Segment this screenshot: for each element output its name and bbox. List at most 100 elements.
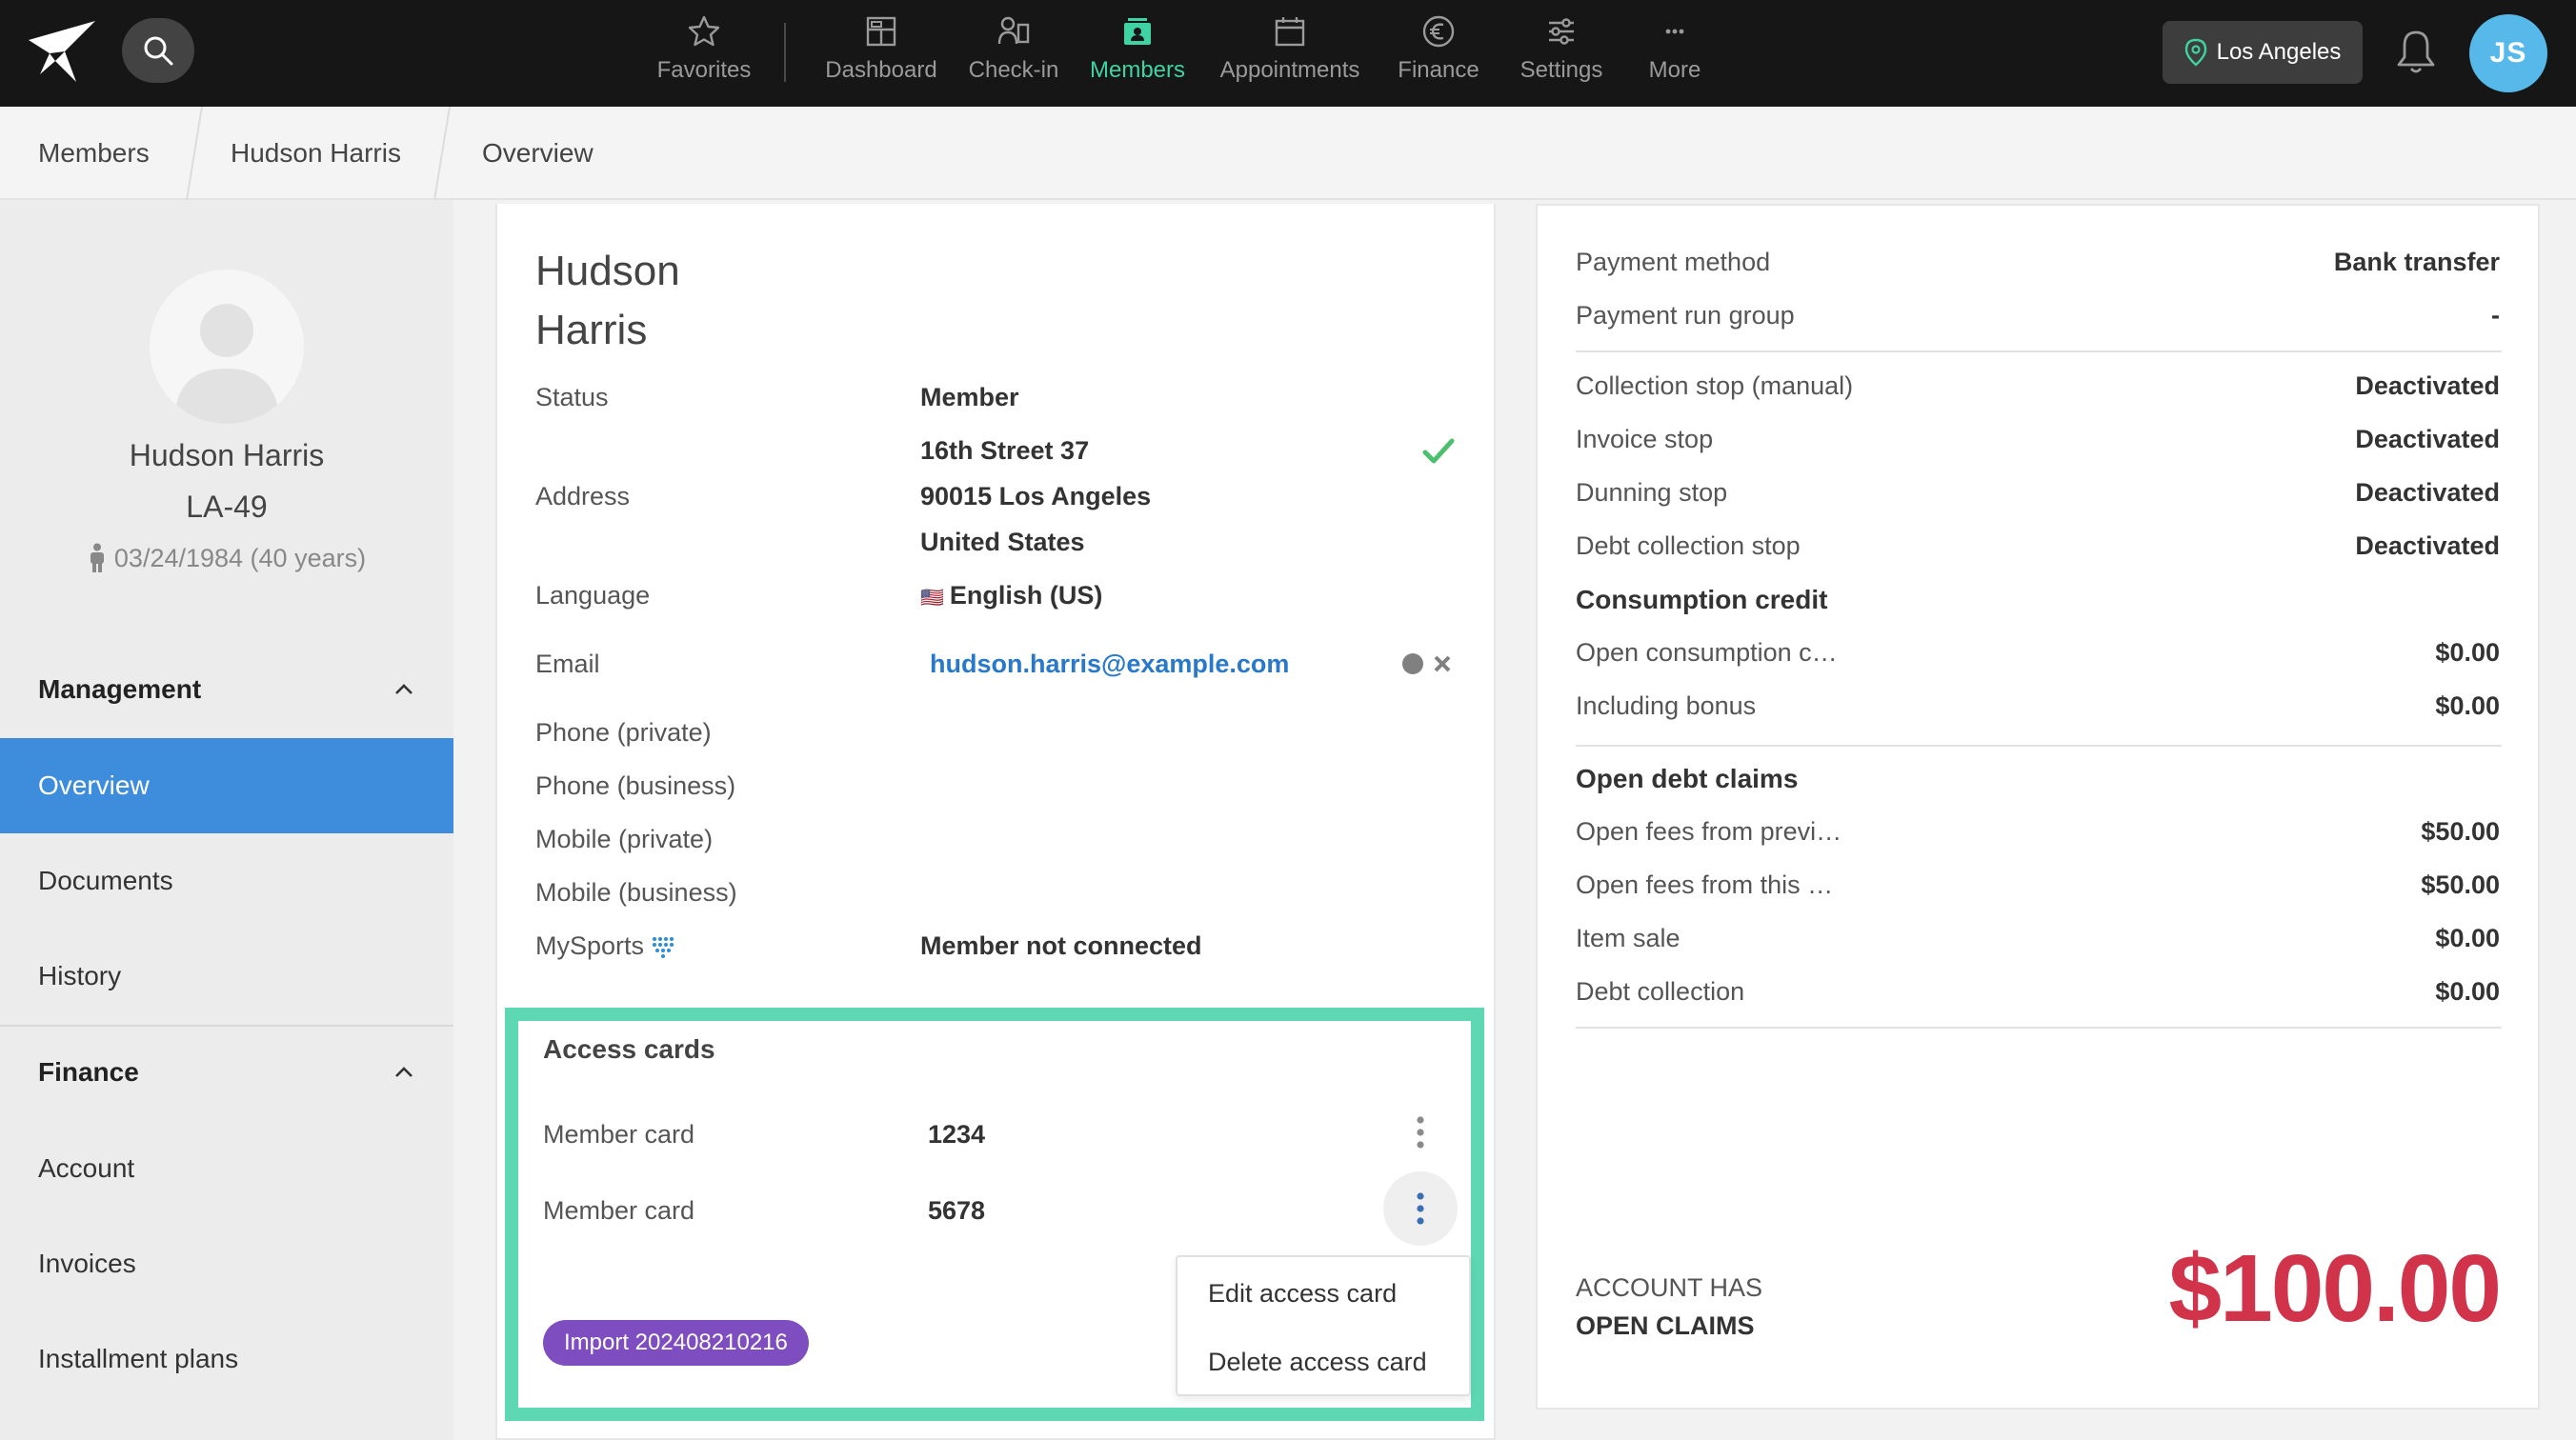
address-label: Address [535, 482, 631, 510]
nav-finance[interactable]: Finance [1393, 13, 1484, 93]
breadcrumb-separator [433, 107, 451, 200]
invoice-stop-label: Invoice stop [1576, 425, 1714, 453]
consumption-credit-title: Consumption credit [1576, 585, 1828, 614]
open-fees-previous-value: $50.00 [2421, 817, 2500, 846]
including-bonus-label: Including bonus [1576, 691, 1757, 720]
breadcrumb-member-name[interactable]: Hudson Harris [231, 107, 401, 200]
members-icon [1124, 18, 1151, 45]
member-name: Hudson Harris [129, 438, 325, 472]
sidebar-item-documents[interactable]: Documents [0, 833, 453, 929]
debt-collection-label: Debt collection [1576, 977, 1745, 1006]
app-logo[interactable] [27, 19, 97, 86]
member-last-name: Harris [535, 307, 648, 353]
collection-stop-label: Collection stop (manual) [1576, 371, 1854, 400]
edit-access-card-menu-item[interactable]: Edit access card [1177, 1259, 1469, 1328]
sidebar-item-account[interactable]: Account [0, 1121, 453, 1216]
more-icon [1665, 29, 1684, 34]
mysports-value: Member not connected [920, 931, 1202, 960]
nav-settings[interactable]: Settings [1519, 13, 1604, 93]
nav-appointments[interactable]: Appointments [1214, 13, 1366, 93]
nav-members-label: Members [1089, 57, 1186, 83]
sidebar-divider [0, 1025, 453, 1027]
breadcrumb: Members Hudson Harris Overview [0, 107, 2576, 200]
bell-icon[interactable] [2395, 29, 2437, 76]
payment-run-group-label: Payment run group [1576, 301, 1795, 330]
nav-more[interactable]: More [1635, 13, 1715, 93]
email-label: Email [535, 650, 600, 678]
access-cards-section: Access cards Member card 1234 Member car… [505, 1008, 1484, 1421]
open-debt-claims-title: Open debt claims [1576, 764, 1799, 793]
payment-method-label: Payment method [1576, 248, 1771, 276]
sidebar-item-invoices[interactable]: Invoices [0, 1216, 453, 1311]
nav-members[interactable]: Members [1084, 13, 1191, 93]
nav-more-label: More [1648, 57, 1701, 83]
access-card-number: 5678 [928, 1196, 986, 1225]
nav-dashboard-label: Dashboard [825, 57, 937, 83]
delete-access-card-menu-item[interactable]: Delete access card [1177, 1328, 1469, 1396]
location-selector[interactable]: Los Angeles [2163, 21, 2363, 84]
mobile-private-label: Mobile (private) [535, 825, 714, 853]
section-finance[interactable]: Finance [38, 1057, 139, 1088]
debt-collection-value: $0.00 [2435, 977, 2500, 1006]
person-placeholder-icon [174, 304, 279, 424]
language-text: English (US) [949, 581, 1103, 610]
nav-dashboard[interactable]: Dashboard [821, 13, 941, 93]
phone-private-label: Phone (private) [535, 718, 712, 747]
status-dot-icon [1402, 653, 1423, 674]
divider [1576, 350, 2502, 352]
sidebar-item-overview[interactable]: Overview [0, 738, 453, 833]
address-line-3: United States [920, 528, 1085, 556]
access-cards-title: Access cards [543, 1034, 715, 1064]
address-line-1: 16th Street 37 [920, 436, 1090, 465]
language-value: 🇺🇸 English (US) [920, 581, 1102, 610]
breadcrumb-separator [186, 107, 203, 200]
member-first-name: Hudson [535, 248, 680, 294]
nav-favorites[interactable]: Favorites [654, 13, 755, 93]
item-sale-value: $0.00 [2435, 924, 2500, 952]
top-navigation-bar: Favorites Dashboard Check-in Members App… [0, 0, 2576, 107]
check-icon [1422, 438, 1455, 464]
male-icon [90, 543, 104, 572]
member-sidebar: Hudson Harris LA-49 03/24/1984 (40 years… [0, 200, 453, 1440]
debt-collection-stop-label: Debt collection stop [1576, 531, 1801, 560]
kebab-icon [1417, 1192, 1424, 1225]
nav-finance-label: Finance [1398, 57, 1479, 83]
payment-method-value: Bank transfer [2333, 248, 2500, 276]
open-claims-line-2: OPEN CLAIMS [1576, 1311, 1755, 1340]
address-line-2: 90015 Los Angeles [920, 482, 1152, 510]
mysports-label-text: MySports [535, 931, 645, 960]
open-claims-line-1: ACCOUNT HAS [1576, 1273, 1763, 1302]
nav-favorites-label: Favorites [656, 57, 752, 83]
member-id: LA-49 [186, 490, 268, 524]
member-details-card: Hudson Harris Status Member 16th Street … [495, 204, 1496, 1440]
open-fees-this-label: Open fees from this … [1576, 870, 1834, 899]
breadcrumb-members[interactable]: Members [38, 107, 150, 200]
close-icon[interactable] [1433, 654, 1452, 673]
user-avatar[interactable]: JS [2469, 14, 2547, 92]
member-dob-text: 03/24/1984 (40 years) [113, 543, 367, 572]
access-card-menu-button[interactable] [1383, 1171, 1458, 1246]
search-icon [144, 36, 173, 66]
access-card-label: Member card [543, 1120, 695, 1149]
search-button[interactable] [122, 18, 194, 83]
sidebar-item-installment-plans[interactable]: Installment plans [0, 1311, 453, 1407]
nav-divider [784, 23, 786, 82]
section-management[interactable]: Management [38, 674, 201, 705]
email-actions [1402, 653, 1452, 674]
nav-check-in-label: Check-in [968, 57, 1059, 83]
nav-check-in[interactable]: Check-in [966, 13, 1061, 93]
invoice-stop-value: Deactivated [2355, 425, 2500, 453]
mysports-label: MySports [535, 931, 676, 961]
email-link[interactable]: hudson.harris@example.com [930, 650, 1289, 679]
phone-business-label: Phone (business) [535, 771, 736, 800]
calendar-icon [1275, 17, 1305, 47]
sidebar-item-history[interactable]: History [0, 929, 453, 1024]
divider [1576, 745, 2502, 747]
access-card-number: 1234 [928, 1120, 986, 1149]
chevron-up-icon[interactable] [391, 680, 417, 699]
access-card-dropdown-menu: Edit access card Delete access card [1176, 1255, 1471, 1396]
access-card-menu-button[interactable] [1383, 1095, 1458, 1170]
chevron-up-icon[interactable] [391, 1063, 417, 1082]
payment-run-group-value: - [2491, 301, 2500, 330]
check-in-icon [997, 16, 1030, 45]
